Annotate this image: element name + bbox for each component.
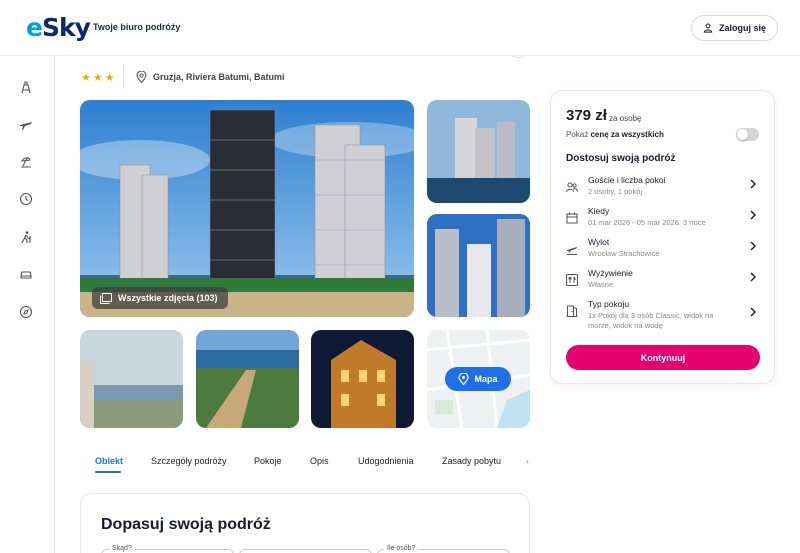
chevron-right-icon (750, 179, 756, 189)
calendar-icon (566, 211, 578, 224)
booking-card: 379 zł za osobę Pokaż cenę za wszystkich… (550, 90, 775, 384)
departure-icon (566, 242, 578, 255)
photo-image (80, 100, 414, 317)
chevron-right-icon (750, 272, 756, 282)
meal-icon (566, 273, 578, 286)
all-photos-label: Wszystkie zdjęcia (103) (118, 293, 218, 303)
tab-obiekt[interactable]: Obiekt (95, 456, 123, 466)
option-value: 2 osoby, 1 pokój (588, 187, 643, 196)
chevron-right-icon (750, 210, 756, 220)
option-title: Goście i liczba pokoi (588, 175, 666, 185)
car-icon[interactable] (19, 267, 33, 281)
option-value: Wrocław Strachowice (588, 249, 660, 258)
tab-szczegoly-podrozy[interactable]: Szczegóły podróży (151, 456, 227, 466)
tab-udogodnienia[interactable]: Udogodnienia (358, 456, 414, 466)
tagline: Twoje biuro podróży (93, 22, 181, 32)
option-title: Wyżywienie (588, 268, 633, 278)
location-pin-icon (458, 373, 470, 385)
toggle-knob (737, 129, 748, 140)
option-dates[interactable]: Kiedy 01 mar 2026 - 05 mar 2026, 3 noce (551, 206, 776, 236)
divider (123, 65, 124, 89)
option-value: 1x Pokój dla 3 osób Classic, widok na mo… (588, 311, 714, 330)
user-icon (703, 23, 713, 33)
tab-opis[interactable]: Opis (310, 456, 329, 466)
hotel-photo-3[interactable] (427, 214, 530, 317)
explore-icon[interactable] (19, 305, 33, 319)
tab-pokoje[interactable]: Pokoje (254, 456, 282, 466)
photo-image (427, 214, 530, 317)
map-button[interactable]: Mapa (445, 367, 511, 391)
option-guests[interactable]: Goście i liczba pokoi 2 osoby, 1 pokój (551, 175, 776, 205)
chevron-right-icon (750, 241, 756, 251)
option-title: Wylot (588, 237, 610, 247)
price-value: 379 zł (566, 107, 607, 124)
hotel-location[interactable]: Gruzja, Riviera Batumi, Batumi (136, 71, 285, 83)
from-label: Skąd? (109, 545, 135, 552)
hotel-photo-4[interactable] (80, 330, 183, 428)
price-unit: za osobę (609, 114, 642, 123)
tab-overflow-indicator: ‹ (526, 456, 529, 466)
hiking-icon[interactable] (19, 230, 33, 244)
room-icon (566, 304, 578, 317)
gallery-icon (100, 292, 112, 304)
section-tabs: Obiekt Szczegóły podróży Pokoje Opis Udo… (80, 448, 530, 476)
adjust-trip-card: Dopasuj swoją podróż Skąd? Ile osób? (80, 493, 530, 553)
esky-logo[interactable]: eSky (26, 13, 91, 42)
photo-image (427, 100, 530, 203)
last-minute-icon[interactable] (19, 192, 33, 206)
login-label: Zaloguj się (718, 23, 766, 33)
tab-zasady-pobytu[interactable]: Zasady pobytu (442, 456, 501, 466)
continue-button[interactable]: Kontynuuj (566, 345, 760, 370)
option-meals[interactable]: Wyżywienie Własne (551, 268, 776, 298)
all-photos-button[interactable]: Wszystkie zdjęcia (103) (92, 287, 228, 309)
option-room-type[interactable]: Typ pokoju 1x Pokój dla 3 osób Classic, … (551, 299, 776, 339)
vacation-icon[interactable] (19, 155, 33, 169)
hotel-stars: ★★★ (81, 72, 117, 84)
option-value: 01 mar 2026 - 05 mar 2026, 3 noce (588, 218, 706, 227)
flight-icon[interactable] (19, 118, 33, 132)
adjust-trip-title: Dopasuj swoją podróż (101, 516, 271, 533)
option-departure[interactable]: Wylot Wrocław Strachowice (551, 237, 776, 267)
login-button[interactable]: Zaloguj się (691, 15, 778, 41)
guests-label: Ile osób? (384, 545, 419, 552)
map-thumbnail[interactable]: Mapa (427, 330, 530, 428)
option-title: Typ pokoju (588, 299, 630, 309)
hotel-photo-2[interactable] (427, 100, 530, 203)
photo-image (196, 330, 299, 428)
main-hotel-photo[interactable]: Wszystkie zdjęcia (103) (80, 100, 414, 317)
option-title: Kiedy (588, 206, 610, 216)
option-value: Własne (588, 280, 614, 289)
total-price-toggle[interactable] (736, 128, 759, 141)
customize-trip-title: Dostosuj swoją podróż (566, 153, 676, 164)
guests-icon (566, 180, 578, 193)
photo-image (80, 330, 183, 428)
active-tab-indicator (95, 471, 121, 473)
show-total-price-label: Pokaż cenę za wszystkich (566, 130, 664, 139)
hotel-photo-5[interactable] (196, 330, 299, 428)
location-text: Gruzja, Riviera Batumi, Batumi (153, 72, 285, 82)
map-label: Mapa (474, 374, 498, 384)
top-header: eSky Twoje biuro podróży Zaloguj się (0, 0, 800, 56)
hotel-icon[interactable] (19, 80, 33, 94)
left-sidebar (0, 56, 55, 553)
chevron-right-icon (750, 307, 756, 317)
photo-image (311, 330, 414, 428)
date-field[interactable] (239, 549, 372, 553)
hotel-photo-6[interactable] (311, 330, 414, 428)
location-pin-icon (136, 71, 147, 83)
